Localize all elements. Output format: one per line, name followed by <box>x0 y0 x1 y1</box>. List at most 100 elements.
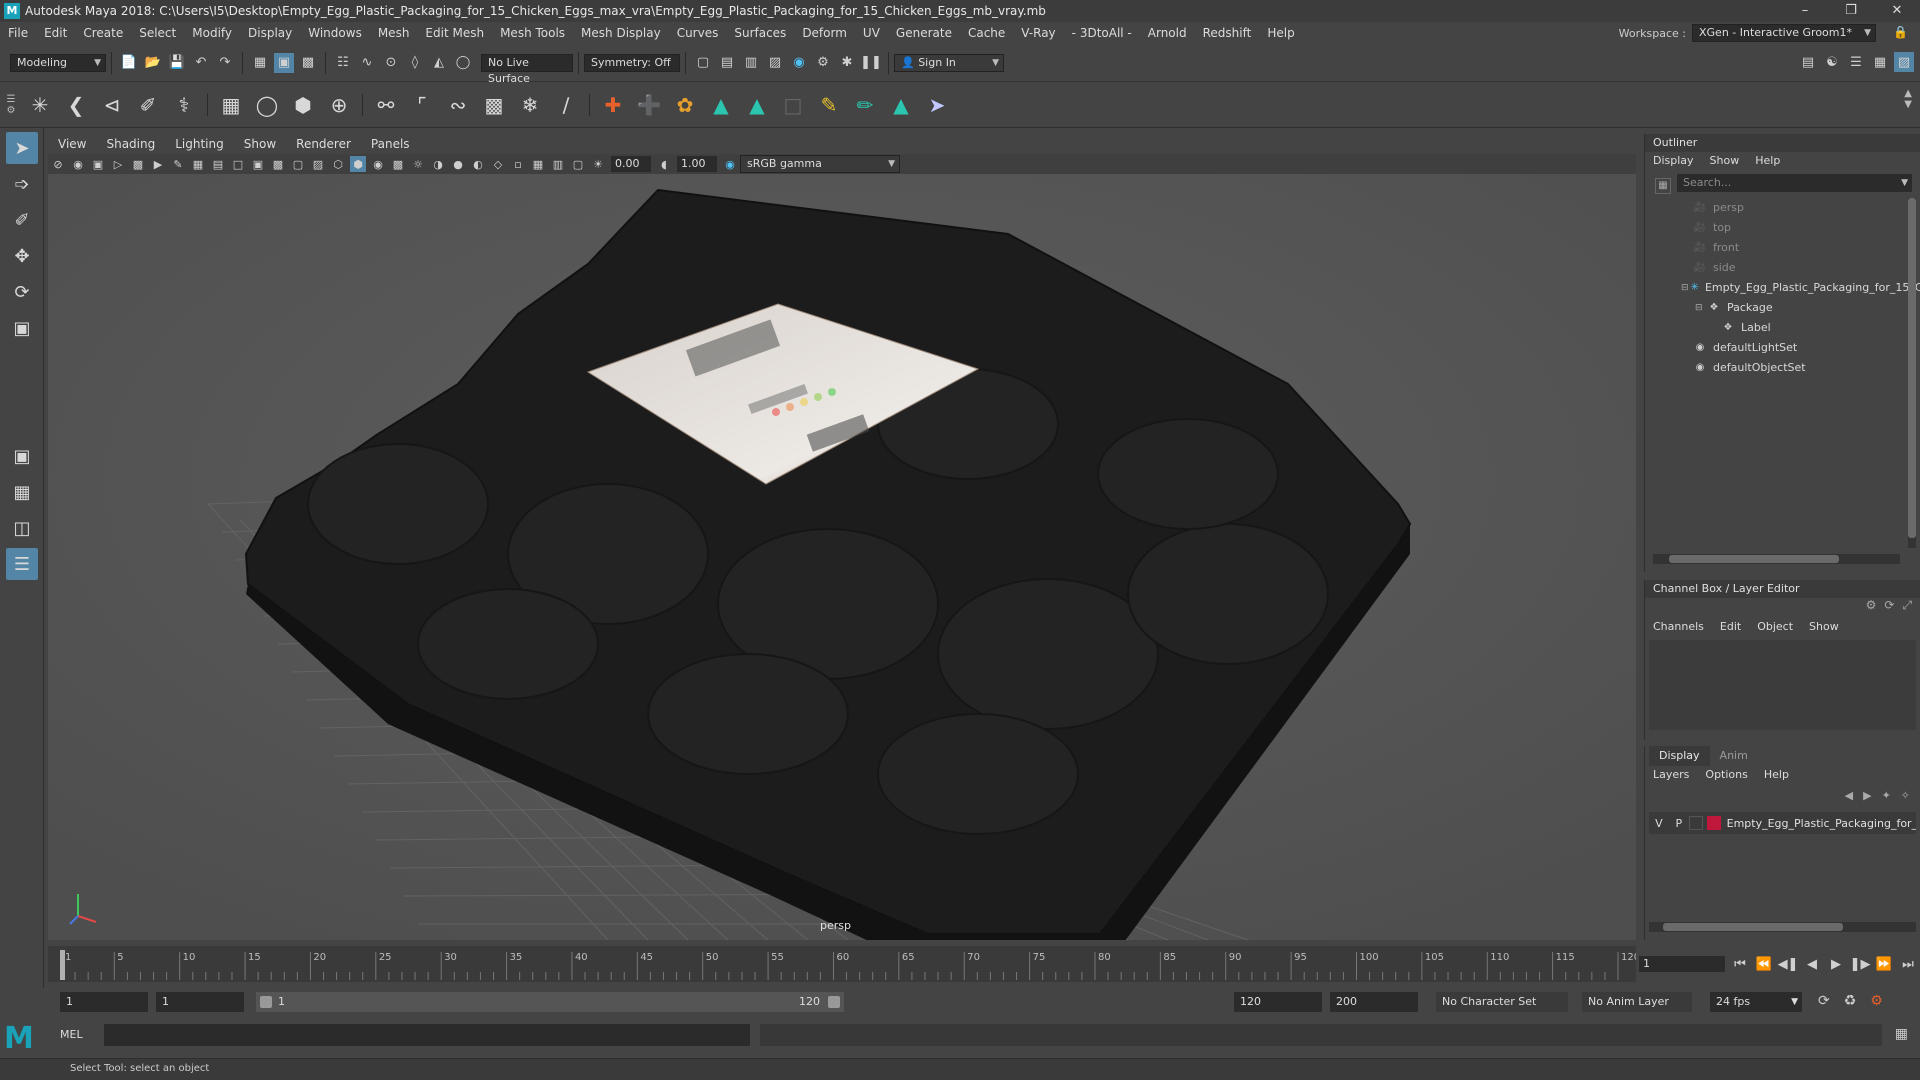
channel-box-icon[interactable]: ▨ <box>1894 52 1914 72</box>
resolution-gate-icon[interactable]: □ <box>230 156 246 172</box>
grid-icon[interactable]: ▦ <box>190 156 206 172</box>
render-setup-icon[interactable]: ⚙ <box>813 53 833 73</box>
render-frame-icon[interactable]: ▢ <box>693 53 713 73</box>
single-view-icon[interactable]: ▣ <box>6 440 38 472</box>
command-language-label[interactable]: MEL <box>60 1028 83 1041</box>
layer-hscrollbar[interactable] <box>1649 922 1916 932</box>
textured-icon[interactable]: ▩ <box>390 156 406 172</box>
outliner-item[interactable]: ◉ defaultLightSet <box>1681 338 1920 358</box>
lasso-tool-icon[interactable]: ➩ <box>6 168 38 200</box>
outliner-item[interactable]: 🎥 persp <box>1681 198 1920 218</box>
exposure-icon[interactable]: ☀ <box>590 156 606 172</box>
interactive-groom-icon[interactable]: ✿ <box>669 89 701 121</box>
menu-windows[interactable]: Windows <box>300 22 370 44</box>
gamma-field[interactable]: 1.00 <box>677 156 717 172</box>
modeling-toolkit-icon[interactable]: ▤ <box>1798 52 1818 72</box>
menu-mesh-tools[interactable]: Mesh Tools <box>492 22 573 44</box>
menu-display[interactable]: Display <box>240 22 300 44</box>
render-settings-icon[interactable]: ▨ <box>765 53 785 73</box>
xgen-create-icon[interactable]: ✳ <box>24 89 56 121</box>
outliner-item[interactable]: ◉ defaultObjectSet <box>1681 358 1920 378</box>
playback-start-field[interactable]: 1 <box>156 992 244 1012</box>
groom-freeze-icon[interactable]: ❄ <box>514 89 546 121</box>
new-scene-icon[interactable]: 📄 <box>119 53 139 73</box>
tab-display[interactable]: Display <box>1649 746 1710 766</box>
layer-manage-icon[interactable]: ⚙ <box>1866 598 1877 618</box>
paint-select-tool-icon[interactable]: ✐ <box>6 204 38 236</box>
move-layer-up-icon[interactable]: ◀ <box>1845 789 1853 802</box>
xgen-groom-icon[interactable]: ⚕ <box>168 89 200 121</box>
color-management-icon[interactable]: ◉ <box>722 156 738 172</box>
layer-row[interactable]: V P Empty_Egg_Plastic_Packaging_for_ <box>1649 812 1916 834</box>
symmetry-dropdown[interactable]: Symmetry: Off <box>584 53 680 72</box>
isolate-select-icon[interactable]: ▦ <box>530 156 546 172</box>
menu-help[interactable]: Help <box>1259 22 1302 44</box>
menu-edit-mesh[interactable]: Edit Mesh <box>417 22 492 44</box>
groom-export-icon[interactable]: ▲ <box>885 89 917 121</box>
sphere-tool-icon[interactable]: ◯ <box>251 89 283 121</box>
layer-menu-options[interactable]: Options <box>1697 766 1755 784</box>
menu-uv[interactable]: UV <box>855 22 888 44</box>
viewport-menu-renderer[interactable]: Renderer <box>286 137 361 151</box>
attribute-editor-icon[interactable]: ☰ <box>1846 52 1866 72</box>
minimize-button[interactable]: – <box>1782 0 1828 22</box>
redo-icon[interactable]: ↷ <box>215 53 235 73</box>
outliner-menu-display[interactable]: Display <box>1645 152 1702 170</box>
menu-create[interactable]: Create <box>75 22 131 44</box>
snap-vertex-icon[interactable]: ◯ <box>453 53 473 73</box>
menu-select[interactable]: Select <box>131 22 184 44</box>
xgen-guide-icon[interactable]: ❮ <box>60 89 92 121</box>
menu-generate[interactable]: Generate <box>888 22 960 44</box>
viewport-menu-show[interactable]: Show <box>234 137 286 151</box>
outliner-search-input[interactable]: Search... ▼ <box>1677 174 1912 192</box>
safe-title-icon[interactable]: ▨ <box>310 156 326 172</box>
image-plane-icon[interactable]: ▩ <box>130 156 146 172</box>
script-editor-icon[interactable]: ▦ <box>1895 1026 1908 1042</box>
character-controls-icon[interactable]: ☯ <box>1822 52 1842 72</box>
tool-settings-icon[interactable]: ▦ <box>1870 52 1890 72</box>
snap-grid-icon[interactable]: ☷ <box>333 53 353 73</box>
channel-menu-edit[interactable]: Edit <box>1712 618 1749 636</box>
viewport-menu-shading[interactable]: Shading <box>96 137 165 151</box>
outliner-item[interactable]: ❖ Label <box>1681 318 1920 338</box>
menu-v-ray[interactable]: V-Ray <box>1013 22 1063 44</box>
step-back-key-icon[interactable]: ◀❚ <box>1778 954 1799 974</box>
open-scene-icon[interactable]: 📂 <box>143 53 163 73</box>
shelf-tab-toggle[interactable]: ☰ ⚙ <box>0 94 22 116</box>
depth-of-field-icon[interactable]: ▫ <box>510 156 526 172</box>
placeholder-icon[interactable]: □ <box>777 89 809 121</box>
outliner-item[interactable]: 🎥 top <box>1681 218 1920 238</box>
menu-modify[interactable]: Modify <box>184 22 240 44</box>
two-view-icon[interactable]: ◫ <box>6 512 38 544</box>
outliner-hscrollbar[interactable] <box>1653 554 1900 564</box>
channel-menu-object[interactable]: Object <box>1749 618 1801 636</box>
four-view-icon[interactable]: ▦ <box>6 476 38 508</box>
layer-menu-layers[interactable]: Layers <box>1645 766 1697 784</box>
refresh-icon[interactable]: ⟳ <box>1884 598 1894 618</box>
collapse-icon[interactable]: ⊟ <box>1681 278 1689 298</box>
menu-surfaces[interactable]: Surfaces <box>726 22 794 44</box>
use-all-lights-icon[interactable]: ☼ <box>410 156 426 172</box>
groom-length-icon[interactable]: ∕ <box>550 89 582 121</box>
range-end-handle[interactable] <box>828 996 840 1008</box>
play-backwards-icon[interactable]: ◀ <box>1802 954 1822 974</box>
live-surface-field[interactable]: No Live Surface <box>481 53 573 85</box>
viewport-menu-view[interactable]: View <box>48 137 96 151</box>
wireframe-icon[interactable]: ⬡ <box>330 156 346 172</box>
color-space-dropdown[interactable]: sRGB gamma ▼ <box>740 155 900 173</box>
close-button[interactable]: ✕ <box>1874 0 1920 22</box>
start-time-field[interactable]: 1 <box>60 992 148 1012</box>
snap-surface-icon[interactable]: ◭ <box>429 53 449 73</box>
menu-deform[interactable]: Deform <box>794 22 855 44</box>
motion-blur-icon[interactable]: ◐ <box>470 156 486 172</box>
go-to-end-icon[interactable]: ⏭ <box>1898 954 1918 974</box>
playback-end-field[interactable]: 120 <box>1234 992 1322 1012</box>
current-frame-field[interactable]: 1 <box>1639 956 1725 972</box>
menu-mesh[interactable]: Mesh <box>370 22 418 44</box>
outliner-item[interactable]: ⊟ ❖ Package <box>1681 298 1920 318</box>
scroll-thumb[interactable] <box>1908 198 1916 538</box>
outliner-menu-help[interactable]: Help <box>1747 152 1788 170</box>
perspective-viewport[interactable]: persp <box>48 174 1636 940</box>
restore-button[interactable]: ❐ <box>1828 0 1874 22</box>
save-scene-icon[interactable]: 💾 <box>167 53 187 73</box>
